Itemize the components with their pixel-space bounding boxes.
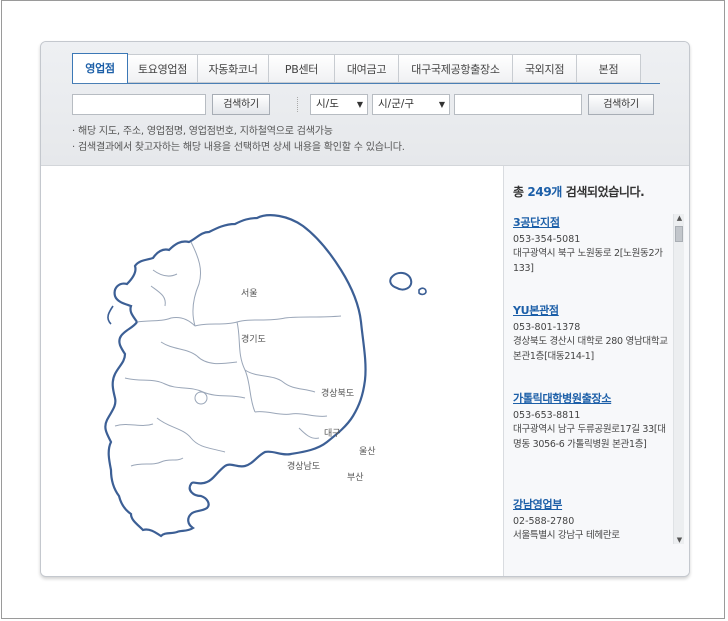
branch-phone: 02-588-2780 (513, 516, 575, 527)
tab-saturday-branch[interactable]: 토요영업점 (128, 54, 198, 83)
dropdown-arrow-icon: ▼ (356, 100, 363, 109)
keyword-input[interactable] (72, 94, 206, 115)
tab-pb-center[interactable]: PB센터 (269, 54, 335, 83)
branch-phone: 053-801-1378 (513, 322, 581, 333)
korea-map[interactable]: 서울 경기도 경상북도 대구 경상남도 울산 부산 (41, 166, 503, 577)
branch-address: 경상북도 경산시 대학로 280 영남대학교 본관1층[대동214-1] (513, 336, 668, 362)
island-ulleung (389, 272, 413, 291)
city-select[interactable]: 시/도 ▼ (310, 94, 368, 115)
branch-address: 대구광역시 북구 노원동로 2[노원동2가 133] (513, 248, 663, 274)
district-select[interactable]: 시/군/구 ▼ (372, 94, 450, 115)
search-button[interactable]: 검색하기 (212, 94, 270, 115)
hint-line-2: · 검색결과에서 찾고자하는 해당 내용을 선택하면 상세 내용을 확인할 수 … (72, 142, 405, 153)
results-panel: 총 249개 검색되었습니다. 3공단지점 053-354-5081 대구광역시… (503, 166, 689, 576)
hint-line-1: · 해당 지도, 주소, 영업점명, 영업점번호, 지하철역으로 검색가능 (72, 126, 333, 137)
branch-phone: 053-354-5081 (513, 234, 581, 245)
scroll-down-icon[interactable]: ▼ (675, 536, 684, 544)
results-count-prefix: 총 (513, 185, 528, 199)
list-item: 3공단지점 053-354-5081 대구광역시 북구 노원동로 2[노원동2가… (513, 214, 673, 276)
scroll-thumb[interactable] (675, 226, 683, 242)
tab-branch[interactable]: 영업점 (72, 53, 128, 84)
region-label-daegu: 대구 (324, 428, 341, 439)
island-dokdo (418, 287, 427, 296)
region-label-gyeongbuk: 경상북도 (321, 387, 354, 399)
region-label-gyeonggi: 경기도 (241, 333, 266, 345)
region-label-ulsan: 울산 (359, 446, 376, 457)
branch-name-link[interactable]: 강남영업부 (513, 496, 673, 512)
branch-address: 대구광역시 남구 두류공원로17길 33[대명동 3056-6 가톨릭병원 본관… (513, 424, 666, 450)
tab-head-office[interactable]: 본점 (577, 54, 641, 83)
city-select-value: 시/도 (316, 98, 339, 110)
dropdown-arrow-icon: ▼ (438, 100, 445, 109)
tab-airport-office[interactable]: 대구국제공항출장소 (399, 54, 513, 83)
district-select-value: 시/군/구 (378, 98, 415, 110)
branch-name-link[interactable]: YU본관점 (513, 302, 673, 318)
branch-finder-panel: 영업점 토요영업점 자동화코너 PB센터 대여금고 대구국제공항출장소 국외지점… (40, 41, 690, 577)
branch-name-link[interactable]: 가톨릭대학병원출장소 (513, 390, 673, 406)
list-item: YU본관점 053-801-1378 경상북도 경산시 대학로 280 영남대학… (513, 302, 673, 364)
region-label-gyeongnam: 경상남도 (287, 460, 320, 472)
scroll-up-icon[interactable]: ▲ (675, 214, 684, 222)
results-count: 총 249개 검색되었습니다. (513, 183, 645, 200)
tab-atm-corner[interactable]: 자동화코너 (198, 54, 269, 83)
region-label-busan: 부산 (347, 472, 364, 483)
tab-safe-deposit[interactable]: 대여금고 (335, 54, 399, 83)
list-item: 강남영업부 02-588-2780 서울특별시 강남구 테헤란로 (513, 496, 673, 543)
results-count-suffix: 검색되었습니다. (561, 185, 645, 199)
divider (297, 97, 300, 112)
list-item: 가톨릭대학병원출장소 053-653-8811 대구광역시 남구 두류공원로17… (513, 390, 673, 452)
district-input[interactable] (454, 94, 582, 115)
search-button-2[interactable]: 검색하기 (588, 94, 654, 115)
map-area: 서울 경기도 경상북도 대구 경상남도 울산 부산 (41, 166, 503, 577)
results-count-number: 249개 (527, 185, 562, 199)
results-scrollbar[interactable]: ▲ ▼ (673, 214, 684, 544)
island-west (107, 305, 114, 325)
tab-overseas-branch[interactable]: 국외지점 (513, 54, 577, 83)
tab-bar: 영업점 토요영업점 자동화코너 PB센터 대여금고 대구국제공항출장소 국외지점… (72, 53, 641, 84)
tab-underline (72, 83, 660, 84)
region-label-seoul: 서울 (241, 288, 258, 299)
branch-name-link[interactable]: 3공단지점 (513, 214, 673, 230)
branch-phone: 053-653-8811 (513, 410, 581, 421)
korea-outline (104, 214, 367, 538)
branch-address: 서울특별시 강남구 테헤란로 (513, 530, 620, 541)
